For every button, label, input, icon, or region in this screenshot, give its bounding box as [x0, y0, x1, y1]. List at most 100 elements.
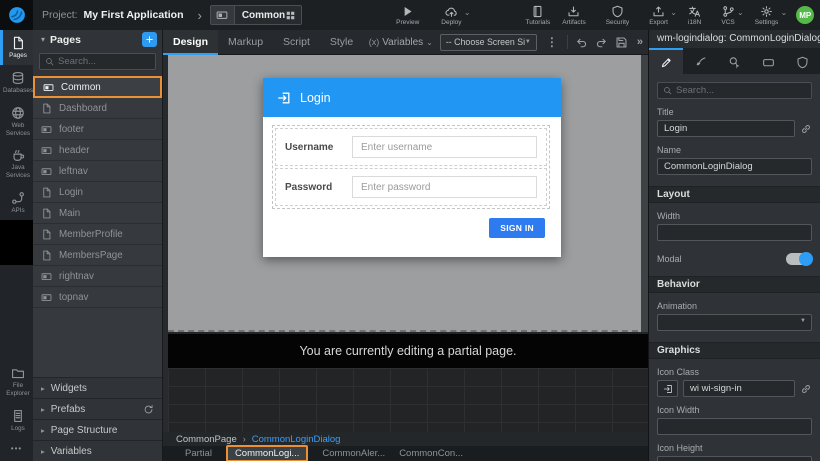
tab-device[interactable]	[752, 48, 786, 74]
tutorials-button[interactable]: Tutorials	[520, 0, 557, 30]
redo-button[interactable]	[595, 36, 608, 49]
caret-down-icon: ⌄	[464, 8, 471, 17]
page-item-header[interactable]: header	[33, 140, 162, 161]
breadcrumb-current[interactable]: CommonLoginDialog	[252, 434, 341, 445]
tab-styles[interactable]	[683, 48, 717, 74]
username-form-row[interactable]: Username	[275, 128, 547, 166]
icon-class-input[interactable]	[683, 380, 795, 397]
icon-width-input[interactable]	[657, 418, 812, 435]
tab-common-alert-dialog[interactable]: CommonAler...	[322, 448, 385, 459]
rail-item-pages[interactable]: Pages	[0, 30, 33, 65]
pages-search-input[interactable]	[58, 56, 150, 67]
tab-design[interactable]: Design	[163, 30, 218, 55]
section-page-structure[interactable]: ▸ Page Structure	[33, 419, 162, 440]
rail-item-apis[interactable]: APIs	[0, 185, 33, 220]
graphics-section-header: Graphics	[649, 342, 820, 359]
canvas-scrollbar[interactable]	[641, 55, 648, 332]
search-icon	[663, 86, 672, 95]
page-item-memberspage[interactable]: MembersPage	[33, 245, 162, 266]
rail-overflow-button[interactable]: •••	[0, 438, 33, 461]
tab-properties[interactable]	[649, 48, 683, 74]
tab-script[interactable]: Script	[273, 30, 320, 55]
bind-link-icon[interactable]	[800, 123, 812, 135]
password-input[interactable]	[352, 176, 537, 198]
add-page-button[interactable]	[142, 32, 157, 47]
app-logo[interactable]	[0, 0, 33, 30]
rail-item-logs[interactable]: Logs	[0, 403, 33, 438]
collapse-panel-button[interactable]: »	[635, 36, 643, 48]
icon-height-input[interactable]	[657, 456, 812, 461]
password-form-row[interactable]: Password	[275, 168, 547, 206]
page-item-main[interactable]: Main	[33, 203, 162, 224]
breadcrumb-parent[interactable]: CommonPage	[176, 434, 237, 445]
api-icon	[11, 191, 25, 205]
user-avatar[interactable]: MP	[796, 6, 814, 24]
bind-link-icon[interactable]	[800, 383, 812, 395]
password-label: Password	[285, 182, 342, 193]
pencil-icon	[660, 56, 673, 69]
artifact-tabs: Partial CommonLogi... CommonAler... Comm…	[163, 446, 648, 461]
icon-height-field-label: Icon Height	[657, 443, 812, 453]
gear-icon	[760, 5, 773, 18]
section-label: Page Structure	[51, 425, 154, 436]
section-widgets[interactable]: ▸ Widgets	[33, 377, 162, 398]
login-dialog[interactable]: Login Username Password SIGN IN	[263, 78, 561, 257]
section-prefabs[interactable]: ▸ Prefabs	[33, 398, 162, 419]
export-button[interactable]: Export ⌄	[643, 0, 674, 30]
artifacts-button[interactable]: Artifacts	[556, 0, 591, 30]
rail-item-file-explorer[interactable]: File Explorer	[0, 360, 33, 403]
modal-toggle[interactable]	[786, 253, 812, 265]
variables-dropdown[interactable]: (x) Variables ⌄	[369, 37, 433, 48]
login-form-container[interactable]: Username Password	[272, 125, 550, 209]
tab-style[interactable]: Style	[320, 30, 363, 55]
i18n-button[interactable]: i18N	[682, 0, 707, 30]
caret-down-icon: ⌄	[737, 8, 744, 17]
tab-common-login-dialog[interactable]: CommonLogi...	[226, 445, 308, 461]
page-item-common[interactable]: Common	[33, 76, 162, 98]
sign-in-button[interactable]: SIGN IN	[489, 218, 545, 238]
tab-security[interactable]	[786, 48, 820, 74]
dialog-header[interactable]: Login	[263, 78, 561, 117]
page-item-footer[interactable]: footer	[33, 119, 162, 140]
tab-inspect[interactable]	[717, 48, 751, 74]
more-options-button[interactable]: ⋮	[544, 35, 560, 49]
tab-common-confirm-dialog[interactable]: CommonCon...	[399, 448, 463, 459]
page-item-rightnav[interactable]: rightnav	[33, 266, 162, 287]
screen-size-select[interactable]: -- Choose Screen Size -- ▼	[440, 34, 537, 51]
page-item-leftnav[interactable]: leftnav	[33, 161, 162, 182]
width-field-input[interactable]	[657, 224, 812, 241]
page-item-dashboard[interactable]: Dashboard	[33, 98, 162, 119]
icon-class-field-label: Icon Class	[657, 367, 812, 377]
section-caret-icon: ▸	[41, 447, 45, 456]
rail-item-web-services[interactable]: Web Services	[0, 100, 33, 143]
vcs-button[interactable]: VCS ⌄	[715, 0, 740, 30]
page-item-memberprofile[interactable]: MemberProfile	[33, 224, 162, 245]
name-field-input[interactable]	[657, 158, 812, 175]
username-input[interactable]	[352, 136, 537, 158]
refresh-icon[interactable]	[143, 404, 154, 415]
save-button[interactable]	[615, 36, 628, 49]
properties-panel-title: wm-logindialog: CommonLoginDialog	[649, 30, 820, 48]
animation-select[interactable]	[657, 314, 812, 331]
section-caret-icon: ▸	[41, 426, 45, 435]
properties-search-input[interactable]	[676, 85, 806, 96]
section-variables[interactable]: ▸ Variables	[33, 440, 162, 461]
security-button[interactable]: Security	[600, 0, 635, 30]
page-selector-dropdown[interactable]: Common	[210, 5, 302, 25]
preview-button[interactable]: Preview	[390, 0, 425, 30]
page-item-label: footer	[59, 124, 84, 135]
deploy-button[interactable]: Deploy ⌄	[435, 0, 467, 30]
name-field-label: Name	[657, 145, 812, 155]
settings-button[interactable]: Settings ⌄	[749, 0, 785, 30]
page-item-login[interactable]: Login	[33, 182, 162, 203]
rail-item-java-services[interactable]: Java Services	[0, 142, 33, 185]
tab-partial[interactable]: Partial	[185, 448, 212, 459]
shield-icon	[796, 56, 809, 69]
panel-caret-icon[interactable]: ▾	[41, 35, 45, 44]
page-item-topnav[interactable]: topnav	[33, 287, 162, 308]
tab-markup[interactable]: Markup	[218, 30, 273, 55]
title-field-input[interactable]	[657, 120, 795, 137]
grid-icon[interactable]	[285, 10, 296, 21]
rail-item-databases[interactable]: Databases	[0, 65, 33, 100]
undo-button[interactable]	[575, 36, 588, 49]
